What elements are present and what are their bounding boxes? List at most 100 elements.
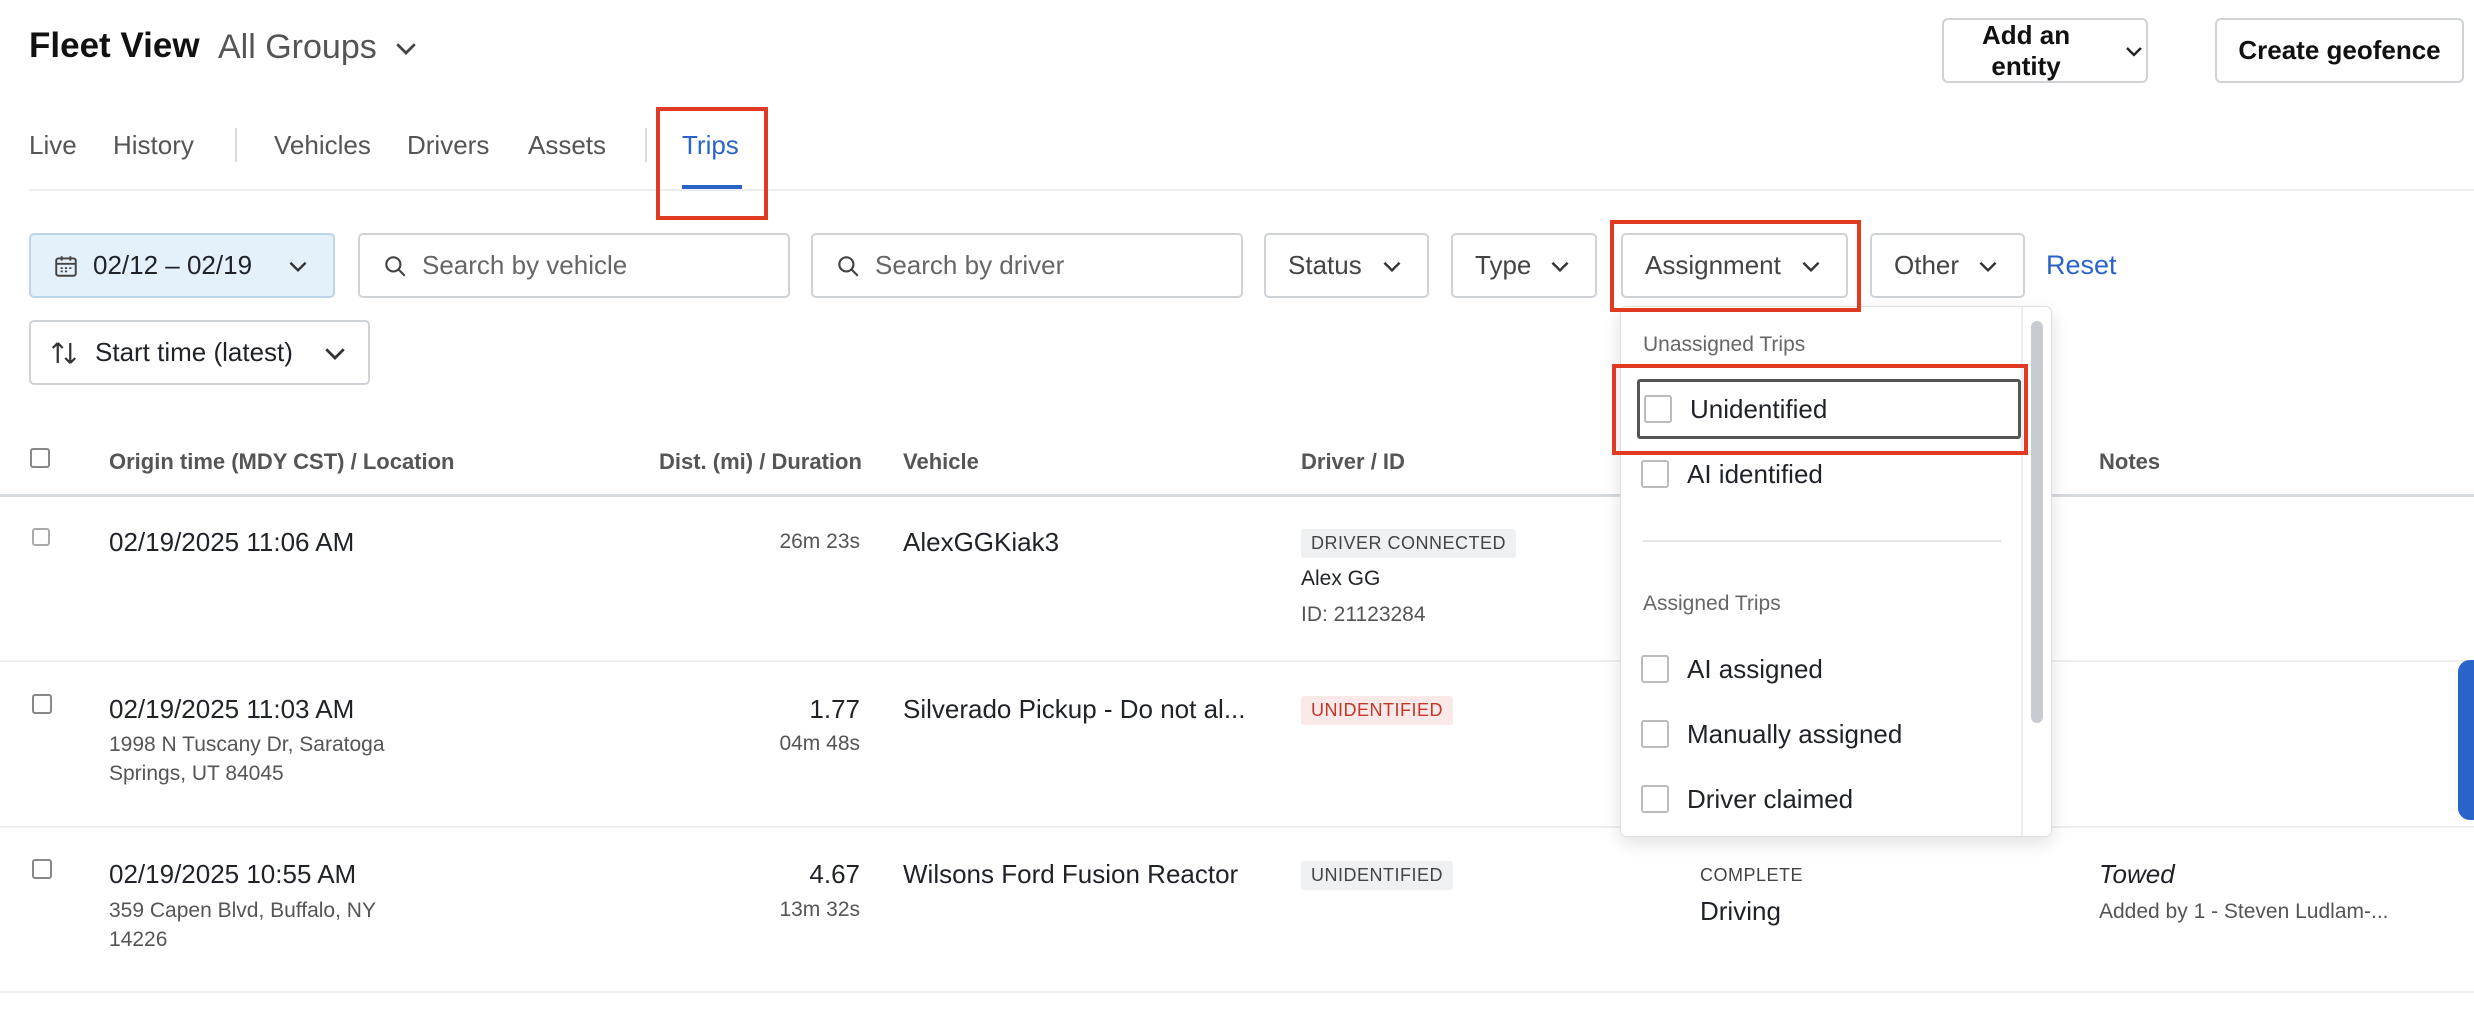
option-ai-assigned[interactable]: AI assigned [1637,639,2021,699]
driver-status-badge: DRIVER CONNECTED [1301,529,1517,558]
option-checkbox[interactable] [1644,395,1672,423]
date-range-label: 02/12 – 02/19 [93,250,253,280]
sort-label: Start time (latest) [95,337,293,367]
trip-duration: 04m 48s [779,732,860,755]
assigned-trips-header: Assigned Trips [1643,592,1781,615]
chevron-down-icon [289,261,307,272]
option-driver-claimed[interactable]: Driver claimed [1637,769,2021,829]
annotation-box-trips-tab [656,107,768,220]
vehicle-search-input[interactable]: Search by vehicle [358,233,790,298]
chevron-down-icon [1383,261,1401,272]
origin-location: 359 Capen Blvd, Buffalo, NY [109,899,376,922]
option-label: AI assigned [1687,653,1823,684]
status-filter[interactable]: Status [1264,233,1429,298]
tab-divider [235,128,237,162]
search-icon [838,255,859,277]
tab-vehicles[interactable]: Vehicles [274,130,371,161]
chevron-down-icon [396,42,416,55]
origin-time: 02/19/2025 11:06 AM [109,527,355,557]
option-checkbox[interactable] [1641,785,1669,813]
trip-distance: 4.67 [809,859,860,889]
chevron-down-icon [1551,261,1569,272]
unassigned-trips-header: Unassigned Trips [1643,333,1806,356]
trip-duration: 13m 32s [779,898,860,921]
assignment-dropdown-menu[interactable]: Unassigned Trips Unidentified AI identif… [1620,306,2052,837]
option-unidentified[interactable]: Unidentified [1637,379,2021,439]
driver-search-input[interactable]: Search by driver [811,233,1243,298]
sort-selector[interactable]: Start time (latest) [29,320,370,385]
row-checkbox[interactable] [32,528,50,546]
group-selector[interactable]: All Groups [218,28,421,67]
tab-drivers[interactable]: Drivers [407,130,489,161]
scrollbar-thumb[interactable] [2031,321,2043,723]
column-header-origin[interactable]: Origin time (MDY CST) / Location [109,449,455,475]
option-checkbox[interactable] [1641,460,1669,488]
chevron-down-icon [2126,46,2142,57]
add-entity-button[interactable]: Add an entity [1942,18,2148,83]
driver-name[interactable]: Alex GG [1301,564,1380,593]
status-filter-label: Status [1288,250,1362,280]
vehicle-search-placeholder: Search by vehicle [422,250,628,280]
vehicle-name[interactable]: Silverado Pickup - Do not al... [903,694,1246,725]
sort-arrows-icon [51,341,77,364]
reset-filters-link[interactable]: Reset [2046,250,2117,281]
select-all-checkbox[interactable] [30,448,50,468]
vehicle-name[interactable]: Wilsons Ford Fusion Reactor [903,859,1238,890]
table-header-divider [0,494,2474,497]
option-manually-assigned[interactable]: Manually assigned [1637,704,2021,764]
date-range-filter[interactable]: 02/12 – 02/19 [29,233,335,298]
origin-location-line2: Springs, UT 84045 [109,762,284,785]
trip-distance: 1.77 [809,694,860,724]
tab-live[interactable]: Live [29,130,77,161]
chevron-down-icon [325,347,345,360]
origin-time: 02/19/2025 10:55 AM [109,859,357,889]
option-label: Driver claimed [1687,783,1854,814]
chevron-down-icon [1802,261,1820,272]
driver-status-badge: UNIDENTIFIED [1301,861,1453,890]
calendar-icon [55,255,77,277]
column-header-vehicle[interactable]: Vehicle [903,449,979,475]
tab-assets[interactable]: Assets [528,130,606,161]
row-checkbox[interactable] [32,859,52,879]
chevron-down-icon [1979,261,1997,272]
side-feedback-tab[interactable] [2458,660,2474,820]
tab-divider [645,128,647,162]
group-selector-label: All Groups [218,28,377,66]
option-checkbox[interactable] [1641,655,1669,683]
assignment-filter-label: Assignment [1645,250,1781,280]
column-header-distance[interactable]: Dist. (mi) / Duration [659,449,862,475]
trip-note-author: Added by 1 - Steven Ludlam-... [2099,900,2389,923]
create-geofence-button[interactable]: Create geofence [2215,18,2464,83]
row-checkbox[interactable] [32,694,52,714]
option-label: Manually assigned [1687,718,1903,749]
trip-duration: 26m 23s [779,530,860,553]
dropdown-divider [1643,540,2001,542]
option-checkbox[interactable] [1641,720,1669,748]
trip-status-detail: Driving [1700,896,1781,926]
origin-location-line2: 14226 [109,928,168,951]
other-filter[interactable]: Other [1870,233,2025,298]
driver-id: ID: 21123284 [1301,603,1426,626]
row-divider [0,991,2474,993]
tab-history[interactable]: History [113,130,194,161]
tab-trips[interactable]: Trips [682,130,739,161]
vehicle-name[interactable]: AlexGGKiak3 [903,527,1059,558]
type-filter-label: Type [1475,250,1532,280]
trip-status: COMPLETE [1700,865,1804,885]
assignment-filter[interactable]: Assignment [1621,233,1848,298]
add-entity-label: Add an entity [1981,19,2071,81]
option-label: AI identified [1687,458,1823,489]
column-header-driver[interactable]: Driver / ID [1301,449,1405,475]
type-filter[interactable]: Type [1451,233,1597,298]
row-divider [0,826,2474,828]
origin-location: 1998 N Tuscany Dr, Saratoga [109,733,385,756]
driver-search-placeholder: Search by driver [875,250,1065,280]
tabs-divider [29,189,2474,191]
option-ai-identified[interactable]: AI identified [1637,444,2021,504]
option-label: Unidentified [1690,393,1828,424]
column-header-notes[interactable]: Notes [2099,449,2160,475]
trip-note[interactable]: Towed [2099,859,2175,890]
page-title: Fleet View [29,26,200,65]
row-divider [0,660,2474,662]
origin-time: 02/19/2025 11:03 AM [109,694,355,724]
